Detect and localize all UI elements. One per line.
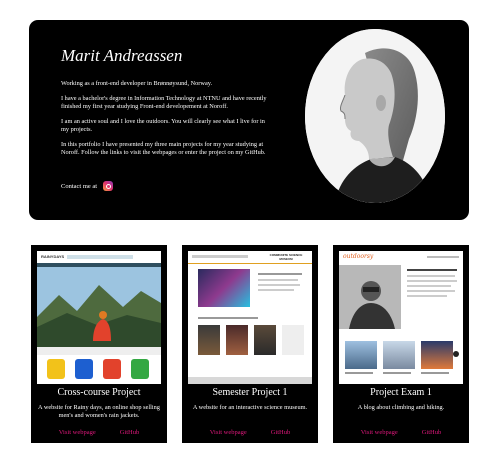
jacket-green [131, 359, 149, 379]
project-title: Project Exam 1 [370, 387, 432, 398]
visit-webpage-link[interactable]: Visit webpage [210, 429, 247, 436]
climber-photo [339, 265, 401, 329]
github-link[interactable]: GitHub [422, 429, 442, 436]
jacket-red [103, 359, 121, 379]
contact-label: Contact me at [61, 182, 98, 190]
rainydays-logo: RAINYDAYS [41, 254, 65, 259]
hero-section: Marit Andreassen Working as a front-end … [29, 20, 469, 220]
contact-row: Contact me at [61, 181, 114, 191]
outdoorsy-logo: outdoorsy [343, 253, 374, 260]
project-screenshot-science-museum[interactable]: COMMUNITE SCIENCE MUSEUM [188, 251, 312, 384]
visit-webpage-link[interactable]: Visit webpage [361, 429, 398, 436]
jacket-blue [75, 359, 93, 379]
instagram-icon[interactable] [103, 181, 114, 191]
project-screenshot-rainydays[interactable]: RAINYDAYS [37, 251, 161, 384]
github-link[interactable]: GitHub [120, 429, 140, 436]
project-description: A website for an interactive science mus… [192, 404, 308, 411]
hero-paragraph-4: In this portfolio I have presented my th… [61, 141, 266, 156]
project-title: Cross-course Project [57, 387, 141, 398]
exhibit-image-2 [226, 325, 248, 355]
exhibit-image-1 [198, 325, 220, 355]
hero-paragraph-1: Working as a front-end developer in Brøn… [61, 80, 213, 87]
visit-webpage-link[interactable]: Visit webpage [59, 429, 96, 436]
hero-paragraph-2: I have a bachelor's degree in Informatio… [61, 95, 267, 110]
github-link[interactable]: GitHub [271, 429, 291, 436]
museum-hero-image [198, 269, 250, 307]
hero-paragraph-3: I am an active soul and I love the outdo… [61, 118, 265, 133]
project-card-cross-course: RAINYDAYS Cross-course Project A website… [31, 245, 167, 443]
hero-name: Marit Andreassen [61, 46, 183, 65]
project-description: A website for Rainy days, an online shop… [38, 404, 160, 419]
project-screenshot-outdoorsy[interactable]: outdoorsy [339, 251, 463, 384]
project-title: Semester Project 1 [212, 387, 288, 398]
profile-portrait-image [305, 29, 445, 203]
blog-thumb-1 [345, 341, 377, 369]
mountain-hero-image [37, 267, 161, 347]
profile-portrait [305, 29, 445, 203]
carousel-next-icon[interactable] [453, 351, 459, 357]
blog-thumb-3 [421, 341, 453, 369]
jacket-yellow [47, 359, 65, 379]
exhibit-image-3 [254, 325, 276, 355]
blog-thumb-2 [383, 341, 415, 369]
project-card-exam: outdoorsy Project Exam 1 A blog about cl… [333, 245, 469, 443]
museum-logo: COMMUNITE SCIENCE MUSEUM [269, 253, 303, 261]
project-card-semester: COMMUNITE SCIENCE MUSEUM Semester Projec… [182, 245, 318, 443]
project-description: A blog about climbing and hiking. [357, 404, 445, 411]
